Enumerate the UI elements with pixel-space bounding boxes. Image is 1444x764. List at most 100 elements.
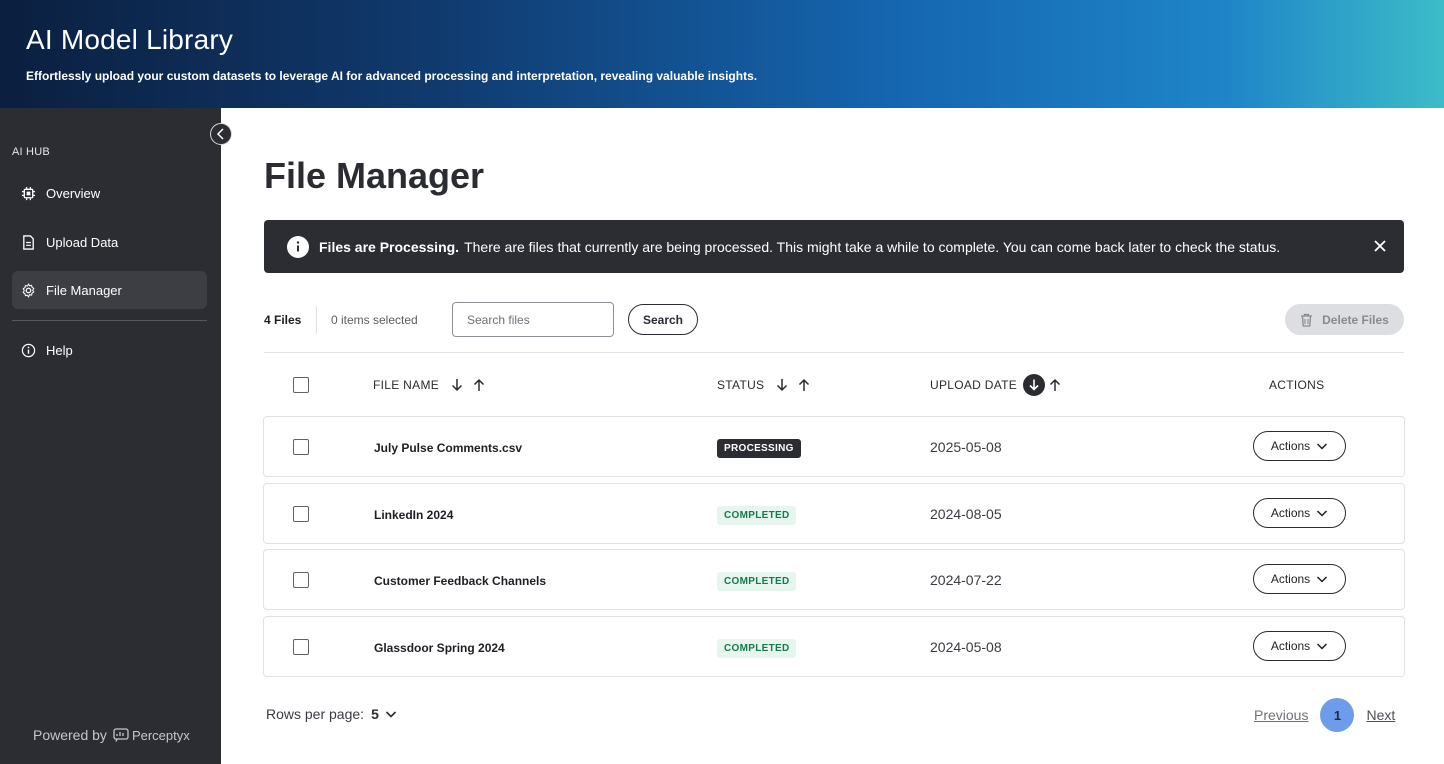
column-header-label: ACTIONS (1269, 378, 1325, 392)
page-1-button[interactable]: 1 (1320, 698, 1355, 732)
select-all-cell (293, 368, 309, 402)
previous-page-link[interactable]: Previous (1254, 707, 1308, 723)
status-cell: PROCESSING (717, 438, 801, 458)
column-header-label: FILE NAME (373, 378, 440, 392)
sort-descending-active-icon[interactable] (1023, 374, 1046, 396)
app-header: AI Model Library Effortlessly upload you… (0, 0, 1444, 108)
sidebar-item-help[interactable]: Help (12, 331, 207, 369)
brand-name: Perceptyx (131, 727, 190, 743)
actions-dropdown-button[interactable]: Actions (1253, 431, 1346, 461)
sidebar-item-label: Help (46, 342, 73, 358)
sidebar-item-label: Upload Data (46, 234, 119, 250)
chevron-down-icon (1316, 640, 1328, 652)
actions-label: Actions (1270, 506, 1311, 520)
row-checkbox[interactable] (293, 572, 309, 588)
file-name: July Pulse Comments.csv (374, 441, 523, 455)
next-page-link[interactable]: Next (1366, 707, 1395, 723)
sidebar-item-upload-data[interactable]: Upload Data (12, 223, 207, 261)
sidebar-item-overview[interactable]: Overview (12, 174, 207, 212)
rows-per-page: Rows per page: 5 (266, 706, 397, 722)
upload-date: 2024-08-05 (930, 506, 1002, 522)
brand-logo: Perceptyx (113, 728, 190, 743)
chevron-down-icon[interactable] (385, 708, 397, 720)
table-header: FILE NAME STATUS UPLOAD DATE ACTIONS (264, 368, 1404, 402)
chip-icon (20, 185, 36, 201)
table-divider (264, 352, 1404, 353)
status-badge: PROCESSING (717, 439, 801, 458)
actions-label: Actions (1270, 572, 1311, 586)
status-badge: COMPLETED (717, 572, 797, 591)
column-header-label: UPLOAD DATE (930, 378, 1018, 392)
column-file-name: FILE NAME (373, 368, 487, 402)
sort-descending-icon[interactable] (774, 377, 790, 393)
toolbar-divider (316, 306, 317, 334)
alert-title: Files are Processing. (319, 238, 460, 255)
sort-descending-icon[interactable] (449, 377, 465, 393)
app-title: AI Model Library (26, 24, 234, 55)
status-badge: COMPLETED (717, 639, 797, 658)
sidebar-divider (12, 320, 207, 321)
chevron-down-icon (1316, 573, 1328, 585)
upload-date: 2024-05-08 (930, 639, 1002, 655)
chevron-down-icon (1316, 507, 1328, 519)
delete-files-button[interactable]: Delete Files (1285, 304, 1404, 335)
alert-message: There are files that currently are being… (464, 238, 1281, 255)
upload-date: 2025-05-08 (930, 439, 1002, 455)
actions-label: Actions (1270, 639, 1311, 653)
table-row: Customer Feedback Channels COMPLETED 202… (263, 549, 1405, 610)
processing-alert: Files are Processing. There are files th… (264, 220, 1404, 273)
close-icon[interactable] (1373, 239, 1387, 253)
sort-ascending-icon[interactable] (796, 377, 812, 393)
sidebar-item-label: Overview (46, 185, 101, 201)
document-icon (20, 234, 36, 250)
column-header-label: STATUS (717, 378, 765, 392)
row-checkbox[interactable] (293, 506, 309, 522)
status-cell: COMPLETED (717, 638, 797, 658)
status-cell: COMPLETED (717, 505, 797, 525)
delete-files-label: Delete Files (1322, 312, 1389, 327)
actions-dropdown-button[interactable]: Actions (1253, 631, 1346, 661)
select-all-checkbox[interactable] (293, 377, 309, 393)
gear-icon (20, 282, 36, 298)
sidebar-section-label: AI HUB (12, 146, 50, 158)
rows-per-page-label: Rows per page: (266, 706, 365, 722)
table-row: LinkedIn 2024 COMPLETED 2024-08-05 Actio… (263, 483, 1405, 544)
powered-by: Powered by Perceptyx (33, 727, 190, 743)
row-checkbox[interactable] (293, 639, 309, 655)
powered-by-label: Powered by (33, 727, 107, 743)
sort-ascending-icon[interactable] (1047, 377, 1063, 393)
main-content: File Manager Files are Processing. There… (221, 108, 1444, 764)
rows-per-page-select[interactable]: 5 (371, 706, 379, 722)
table-row: Glassdoor Spring 2024 COMPLETED 2024-05-… (263, 616, 1405, 677)
page-title: File Manager (264, 155, 485, 196)
actions-label: Actions (1270, 439, 1311, 453)
app-subtitle: Effortlessly upload your custom datasets… (26, 69, 758, 83)
file-toolbar: 4 Files 0 items selected Search Delete F… (264, 302, 1404, 338)
search-input[interactable] (452, 302, 614, 337)
column-actions: ACTIONS (1269, 368, 1324, 402)
sidebar-item-label: File Manager (46, 282, 122, 298)
actions-dropdown-button[interactable]: Actions (1253, 564, 1346, 594)
row-checkbox[interactable] (293, 439, 309, 455)
pagination: Previous 1 Next (1254, 698, 1395, 732)
info-icon (287, 235, 309, 258)
column-status: STATUS (717, 368, 812, 402)
table-row: July Pulse Comments.csv PROCESSING 2025-… (263, 416, 1405, 477)
perceptyx-logo-icon (113, 728, 129, 742)
search-button[interactable]: Search (628, 304, 698, 335)
chevron-left-icon (216, 128, 224, 140)
sort-ascending-icon[interactable] (471, 377, 487, 393)
file-name: Glassdoor Spring 2024 (374, 641, 505, 655)
status-cell: COMPLETED (717, 571, 797, 591)
sidebar: AI HUB Overview Upload Data File Manager… (0, 108, 221, 764)
sidebar-collapse-button[interactable] (210, 123, 232, 145)
trash-icon (1300, 313, 1314, 327)
sidebar-item-file-manager[interactable]: File Manager (12, 271, 207, 309)
upload-date: 2024-07-22 (930, 572, 1002, 588)
files-count: 4 Files (264, 313, 302, 327)
actions-dropdown-button[interactable]: Actions (1253, 498, 1346, 528)
selected-count: 0 items selected (331, 313, 418, 327)
chevron-down-icon (1316, 440, 1328, 452)
file-name: Customer Feedback Channels (374, 574, 547, 588)
file-name: LinkedIn 2024 (374, 508, 454, 522)
